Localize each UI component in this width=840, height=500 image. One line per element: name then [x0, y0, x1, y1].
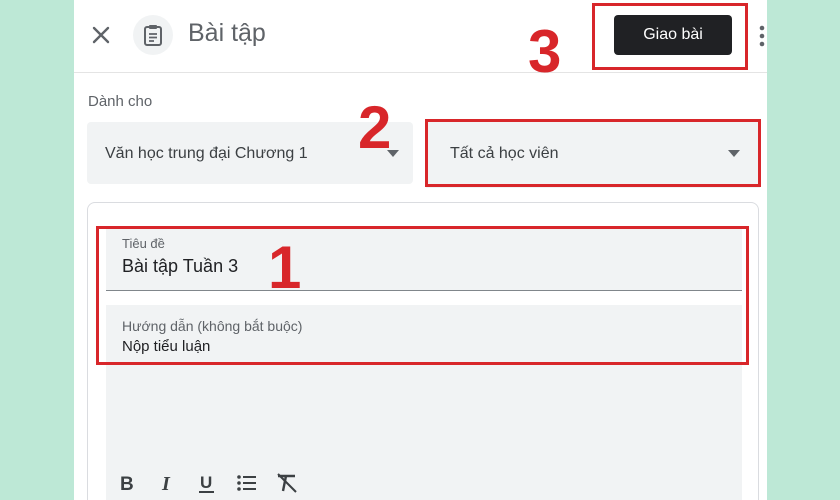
step-number-2: 2: [358, 94, 392, 161]
class-select-value: Văn học trung đại Chương 1: [105, 145, 308, 162]
assignment-icon: [133, 15, 173, 55]
svg-text:U: U: [200, 473, 212, 492]
italic-icon[interactable]: I: [155, 471, 179, 495]
bold-icon[interactable]: B: [115, 471, 139, 495]
svg-text:I: I: [161, 473, 171, 495]
step-number-3: 3: [528, 18, 562, 85]
close-icon[interactable]: [88, 22, 114, 48]
bulleted-list-icon[interactable]: [235, 471, 259, 495]
highlight-box-students: [425, 119, 761, 187]
more-options-icon[interactable]: [758, 24, 766, 48]
assign-for-label: Dành cho: [88, 93, 153, 110]
clear-formatting-icon[interactable]: [275, 471, 299, 495]
svg-text:B: B: [120, 474, 134, 495]
page-title: Bài tập: [188, 19, 266, 47]
underline-icon[interactable]: U: [195, 471, 219, 495]
step-number-1: 1: [268, 234, 302, 301]
highlight-box-assign-button: [592, 3, 748, 70]
highlight-box-title-area: [96, 226, 749, 365]
